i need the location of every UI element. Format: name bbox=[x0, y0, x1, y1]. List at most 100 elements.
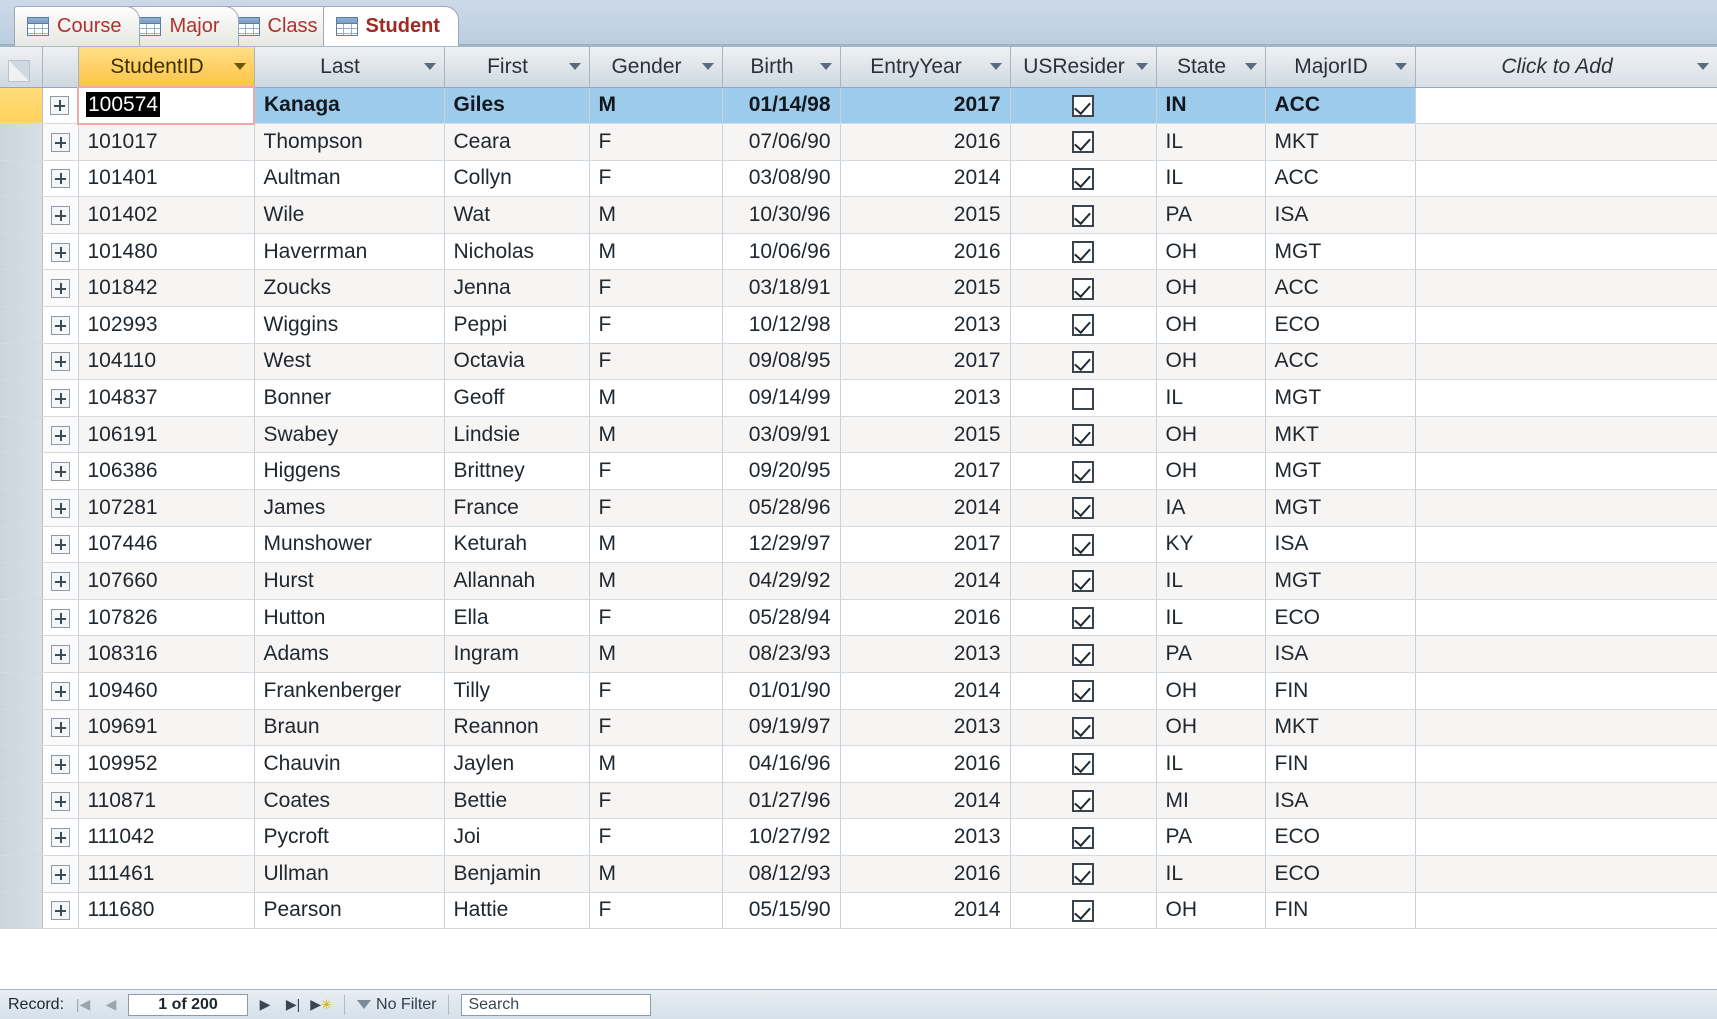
expand-subdatasheet-button[interactable] bbox=[42, 599, 79, 637]
cell-last[interactable]: Ullman bbox=[254, 855, 445, 893]
cell-usresider[interactable] bbox=[1010, 233, 1157, 271]
row-selector[interactable] bbox=[0, 343, 43, 381]
cell-majorid[interactable]: ISA bbox=[1265, 526, 1416, 564]
cell-gender[interactable]: F bbox=[589, 709, 723, 747]
expand-subdatasheet-button[interactable] bbox=[42, 855, 79, 893]
cell-usresider[interactable] bbox=[1010, 855, 1157, 893]
expand-subdatasheet-button[interactable] bbox=[42, 87, 79, 125]
table-row[interactable]: 107826 Hutton Ella F 05/28/94 2016 IL ECO bbox=[0, 599, 1717, 637]
cell-gender[interactable]: F bbox=[589, 343, 723, 381]
cell-usresider[interactable] bbox=[1010, 269, 1157, 308]
cell-state[interactable]: IL bbox=[1156, 855, 1266, 893]
cell-usresider[interactable] bbox=[1010, 526, 1157, 564]
column-header-majorid[interactable]: MajorID bbox=[1265, 47, 1416, 88]
expand-subdatasheet-button[interactable] bbox=[42, 562, 79, 600]
cell-first[interactable]: Octavia bbox=[444, 343, 590, 381]
chevron-down-icon[interactable] bbox=[1135, 63, 1148, 71]
cell-majorid[interactable]: ACC bbox=[1265, 343, 1416, 381]
checkbox-checked-icon[interactable] bbox=[1072, 460, 1094, 483]
expand-subdatasheet-button[interactable] bbox=[42, 782, 79, 820]
cell-first[interactable]: Bettie bbox=[444, 782, 590, 820]
previous-record-button[interactable]: ◀ bbox=[100, 995, 122, 1015]
cell-majorid[interactable]: MKT bbox=[1265, 416, 1416, 454]
cell-add-new[interactable] bbox=[1415, 196, 1717, 234]
cell-gender[interactable]: M bbox=[589, 562, 723, 600]
cell-majorid[interactable]: ISA bbox=[1265, 196, 1416, 234]
cell-birth[interactable]: 10/12/98 bbox=[722, 306, 841, 344]
expand-subdatasheet-button[interactable] bbox=[42, 160, 79, 198]
table-row[interactable]: 101401 Aultman Collyn F 03/08/90 2014 IL ACC bbox=[0, 160, 1717, 198]
cell-studentid[interactable]: 111680 bbox=[78, 892, 255, 930]
row-selector[interactable] bbox=[0, 87, 43, 125]
cell-gender[interactable]: F bbox=[589, 269, 723, 308]
cell-state[interactable]: OH bbox=[1156, 343, 1266, 381]
expand-subdatasheet-button[interactable] bbox=[42, 416, 79, 454]
cell-add-new[interactable] bbox=[1415, 892, 1717, 930]
cell-usresider[interactable] bbox=[1010, 599, 1157, 637]
cell-studentid[interactable]: 108316 bbox=[78, 635, 255, 673]
cell-entryyear[interactable]: 2016 bbox=[840, 745, 1011, 783]
cell-studentid[interactable]: 109460 bbox=[78, 672, 255, 710]
cell-entryyear[interactable]: 2013 bbox=[840, 709, 1011, 747]
cell-add-new[interactable] bbox=[1415, 233, 1717, 271]
cell-usresider[interactable] bbox=[1010, 452, 1157, 491]
cell-birth[interactable]: 03/08/90 bbox=[722, 160, 841, 198]
cell-studentid[interactable]: 109691 bbox=[78, 709, 255, 747]
cell-studentid[interactable]: 101401 bbox=[78, 160, 255, 198]
cell-usresider[interactable] bbox=[1010, 343, 1157, 381]
cell-first[interactable]: Joi bbox=[444, 818, 590, 856]
row-selector[interactable] bbox=[0, 196, 43, 234]
row-selector[interactable] bbox=[0, 489, 43, 527]
cell-first[interactable]: Nicholas bbox=[444, 233, 590, 271]
cell-first[interactable]: Geoff bbox=[444, 379, 590, 417]
checkbox-checked-icon[interactable] bbox=[1072, 314, 1094, 337]
tab-student[interactable]: Student bbox=[322, 6, 459, 46]
cell-entryyear[interactable]: 2016 bbox=[840, 123, 1011, 161]
table-row[interactable]: 101480 Haverrman Nicholas M 10/06/96 2016 OH MG… bbox=[0, 233, 1717, 271]
cell-last[interactable]: Bonner bbox=[254, 379, 445, 417]
cell-entryyear[interactable]: 2014 bbox=[840, 892, 1011, 930]
row-selector[interactable] bbox=[0, 123, 43, 161]
table-row[interactable]: 101017 Thompson Ceara F 07/06/90 2016 IL MKT bbox=[0, 123, 1717, 161]
cell-add-new[interactable] bbox=[1415, 379, 1717, 417]
cell-usresider[interactable] bbox=[1010, 87, 1157, 125]
cell-first[interactable]: Ceara bbox=[444, 123, 590, 161]
cell-birth[interactable]: 08/23/93 bbox=[722, 635, 841, 673]
checkbox-checked-icon[interactable] bbox=[1072, 899, 1094, 922]
cell-studentid[interactable]: 107660 bbox=[78, 562, 255, 600]
new-record-button[interactable]: ▶ ✳ bbox=[310, 995, 332, 1015]
cell-state[interactable]: MI bbox=[1156, 782, 1266, 820]
tab-course[interactable]: Course bbox=[14, 6, 141, 46]
cell-usresider[interactable] bbox=[1010, 123, 1157, 161]
table-row[interactable]: 111461 Ullman Benjamin M 08/12/93 2016 IL ECO bbox=[0, 855, 1717, 893]
cell-entryyear[interactable]: 2013 bbox=[840, 379, 1011, 417]
cell-first[interactable]: Brittney bbox=[444, 452, 590, 491]
column-header-entryyear[interactable]: EntryYear bbox=[840, 47, 1011, 88]
cell-last[interactable]: Chauvin bbox=[254, 745, 445, 783]
cell-last[interactable]: West bbox=[254, 343, 445, 381]
cell-last[interactable]: Higgens bbox=[254, 452, 445, 491]
row-selector[interactable] bbox=[0, 269, 43, 308]
chevron-down-icon[interactable] bbox=[233, 63, 246, 70]
cell-entryyear[interactable]: 2016 bbox=[840, 855, 1011, 893]
cell-last[interactable]: Pearson bbox=[254, 892, 445, 930]
cell-add-new[interactable] bbox=[1415, 818, 1717, 856]
cell-last[interactable]: Aultman bbox=[254, 160, 445, 198]
cell-entryyear[interactable]: 2013 bbox=[840, 818, 1011, 856]
row-selector[interactable] bbox=[0, 233, 43, 271]
search-input[interactable]: Search bbox=[461, 993, 652, 1016]
cell-first[interactable]: Allannah bbox=[444, 562, 590, 600]
cell-last[interactable]: Pycroft bbox=[254, 818, 445, 856]
cell-entryyear[interactable]: 2017 bbox=[840, 87, 1011, 125]
checkbox-checked-icon[interactable] bbox=[1072, 424, 1094, 447]
cell-entryyear[interactable]: 2017 bbox=[840, 343, 1011, 381]
cell-state[interactable]: IL bbox=[1156, 379, 1266, 417]
cell-usresider[interactable] bbox=[1010, 709, 1157, 747]
cell-last[interactable]: Munshower bbox=[254, 526, 445, 564]
next-record-button[interactable]: ▶ bbox=[254, 995, 276, 1015]
cell-entryyear[interactable]: 2014 bbox=[840, 489, 1011, 527]
cell-last[interactable]: Hutton bbox=[254, 599, 445, 637]
cell-add-new[interactable] bbox=[1415, 87, 1717, 125]
cell-birth[interactable]: 05/28/94 bbox=[722, 599, 841, 637]
tab-major[interactable]: Major bbox=[126, 6, 239, 46]
